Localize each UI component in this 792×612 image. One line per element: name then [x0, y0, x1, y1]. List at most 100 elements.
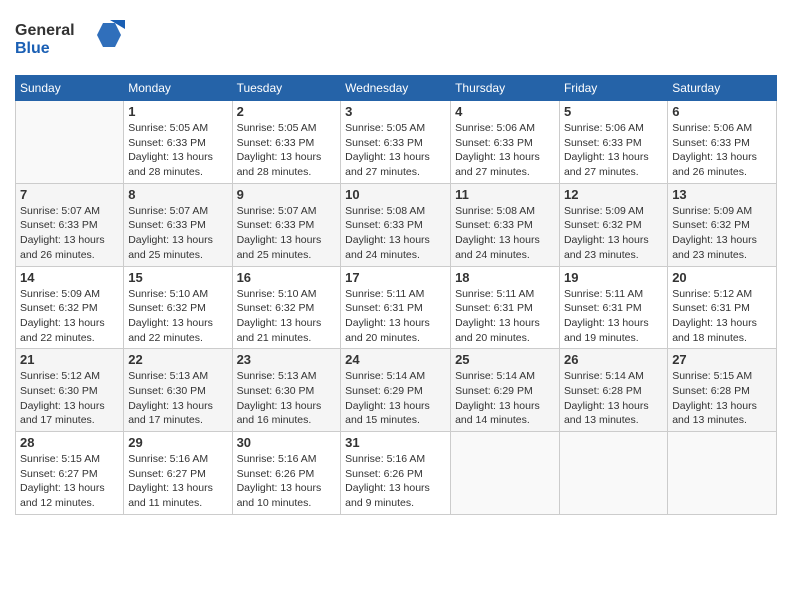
day-number: 31 — [345, 435, 446, 450]
day-info: Sunrise: 5:06 AM Sunset: 6:33 PM Dayligh… — [672, 121, 772, 180]
day-number: 3 — [345, 104, 446, 119]
day-number: 4 — [455, 104, 555, 119]
calendar-cell: 30 Sunrise: 5:16 AM Sunset: 6:26 PM Dayli… — [232, 432, 341, 515]
day-number: 18 — [455, 270, 555, 285]
day-number: 29 — [128, 435, 227, 450]
calendar-cell — [16, 101, 124, 184]
calendar-day-header: Wednesday — [341, 76, 451, 101]
day-number: 16 — [237, 270, 337, 285]
calendar-cell: 20 Sunrise: 5:12 AM Sunset: 6:31 PM Dayli… — [668, 266, 777, 349]
logo: General Blue — [15, 15, 135, 65]
day-info: Sunrise: 5:13 AM Sunset: 6:30 PM Dayligh… — [237, 369, 337, 428]
day-info: Sunrise: 5:08 AM Sunset: 6:33 PM Dayligh… — [455, 204, 555, 263]
day-info: Sunrise: 5:09 AM Sunset: 6:32 PM Dayligh… — [564, 204, 663, 263]
day-info: Sunrise: 5:08 AM Sunset: 6:33 PM Dayligh… — [345, 204, 446, 263]
calendar-cell: 12Sunrise: 5:09 AM Sunset: 6:32 PM Dayli… — [559, 183, 667, 266]
header: General Blue — [15, 15, 777, 65]
day-info: Sunrise: 5:14 AM Sunset: 6:29 PM Dayligh… — [345, 369, 446, 428]
calendar-week-row: 14 Sunrise: 5:09 AM Sunset: 6:32 PM Dayli… — [16, 266, 777, 349]
day-info: Sunrise: 5:12 AM Sunset: 6:31 PM Dayligh… — [672, 287, 772, 346]
day-number: 20 — [672, 270, 772, 285]
day-number: 24 — [345, 352, 446, 367]
day-info: Sunrise: 5:05 AM Sunset: 6:33 PM Dayligh… — [345, 121, 446, 180]
calendar-day-header: Thursday — [451, 76, 560, 101]
day-number: 7 — [20, 187, 119, 202]
calendar-cell: 21 Sunrise: 5:12 AM Sunset: 6:30 PM Dayli… — [16, 349, 124, 432]
day-number: 15 — [128, 270, 227, 285]
day-number: 8 — [128, 187, 227, 202]
calendar-cell: 26Sunrise: 5:14 AM Sunset: 6:28 PM Dayli… — [559, 349, 667, 432]
calendar-cell — [559, 432, 667, 515]
day-info: Sunrise: 5:07 AM Sunset: 6:33 PM Dayligh… — [128, 204, 227, 263]
calendar-day-header: Saturday — [668, 76, 777, 101]
day-info: Sunrise: 5:15 AM Sunset: 6:27 PM Dayligh… — [20, 452, 119, 511]
day-info: Sunrise: 5:14 AM Sunset: 6:28 PM Dayligh… — [564, 369, 663, 428]
day-number: 30 — [237, 435, 337, 450]
day-info: Sunrise: 5:06 AM Sunset: 6:33 PM Dayligh… — [455, 121, 555, 180]
calendar-cell: 14 Sunrise: 5:09 AM Sunset: 6:32 PM Dayli… — [16, 266, 124, 349]
day-number: 5 — [564, 104, 663, 119]
calendar-cell: 18Sunrise: 5:11 AM Sunset: 6:31 PM Dayli… — [451, 266, 560, 349]
day-info: Sunrise: 5:07 AM Sunset: 6:33 PM Dayligh… — [20, 204, 119, 263]
day-info: Sunrise: 5:11 AM Sunset: 6:31 PM Dayligh… — [564, 287, 663, 346]
calendar-cell: 25 Sunrise: 5:14 AM Sunset: 6:29 PM Dayli… — [451, 349, 560, 432]
day-info: Sunrise: 5:16 AM Sunset: 6:27 PM Dayligh… — [128, 452, 227, 511]
calendar-week-row: 28 Sunrise: 5:15 AM Sunset: 6:27 PM Dayli… — [16, 432, 777, 515]
day-info: Sunrise: 5:14 AM Sunset: 6:29 PM Dayligh… — [455, 369, 555, 428]
logo-text: General Blue — [15, 15, 135, 65]
calendar-week-row: 7 Sunrise: 5:07 AM Sunset: 6:33 PM Daylig… — [16, 183, 777, 266]
day-number: 10 — [345, 187, 446, 202]
day-number: 22 — [128, 352, 227, 367]
day-number: 28 — [20, 435, 119, 450]
calendar-day-header: Monday — [124, 76, 232, 101]
day-info: Sunrise: 5:09 AM Sunset: 6:32 PM Dayligh… — [20, 287, 119, 346]
calendar-cell — [668, 432, 777, 515]
calendar-cell: 31 Sunrise: 5:16 AM Sunset: 6:26 PM Dayli… — [341, 432, 451, 515]
day-number: 13 — [672, 187, 772, 202]
day-number: 6 — [672, 104, 772, 119]
day-info: Sunrise: 5:15 AM Sunset: 6:28 PM Dayligh… — [672, 369, 772, 428]
day-number: 27 — [672, 352, 772, 367]
calendar-cell: 11 Sunrise: 5:08 AM Sunset: 6:33 PM Dayli… — [451, 183, 560, 266]
calendar-cell: 24 Sunrise: 5:14 AM Sunset: 6:29 PM Dayli… — [341, 349, 451, 432]
calendar-day-header: Friday — [559, 76, 667, 101]
page-container: General Blue SundayMondayTuesdayWednesda… — [0, 0, 792, 525]
day-info: Sunrise: 5:06 AM Sunset: 6:33 PM Dayligh… — [564, 121, 663, 180]
calendar-cell: 4 Sunrise: 5:06 AM Sunset: 6:33 PM Daylig… — [451, 101, 560, 184]
day-info: Sunrise: 5:09 AM Sunset: 6:32 PM Dayligh… — [672, 204, 772, 263]
day-info: Sunrise: 5:13 AM Sunset: 6:30 PM Dayligh… — [128, 369, 227, 428]
day-number: 23 — [237, 352, 337, 367]
calendar-cell: 16 Sunrise: 5:10 AM Sunset: 6:32 PM Dayli… — [232, 266, 341, 349]
calendar-cell: 2Sunrise: 5:05 AM Sunset: 6:33 PM Daylig… — [232, 101, 341, 184]
calendar-cell — [451, 432, 560, 515]
day-info: Sunrise: 5:11 AM Sunset: 6:31 PM Dayligh… — [345, 287, 446, 346]
calendar-cell: 6 Sunrise: 5:06 AM Sunset: 6:33 PM Daylig… — [668, 101, 777, 184]
day-info: Sunrise: 5:10 AM Sunset: 6:32 PM Dayligh… — [237, 287, 337, 346]
day-number: 11 — [455, 187, 555, 202]
calendar-cell: 9Sunrise: 5:07 AM Sunset: 6:33 PM Daylig… — [232, 183, 341, 266]
calendar-cell: 13 Sunrise: 5:09 AM Sunset: 6:32 PM Dayli… — [668, 183, 777, 266]
day-info: Sunrise: 5:10 AM Sunset: 6:32 PM Dayligh… — [128, 287, 227, 346]
calendar-week-row: 1Sunrise: 5:05 AM Sunset: 6:33 PM Daylig… — [16, 101, 777, 184]
day-number: 14 — [20, 270, 119, 285]
day-number: 25 — [455, 352, 555, 367]
day-number: 19 — [564, 270, 663, 285]
calendar-cell: 23 Sunrise: 5:13 AM Sunset: 6:30 PM Dayli… — [232, 349, 341, 432]
day-info: Sunrise: 5:05 AM Sunset: 6:33 PM Dayligh… — [237, 121, 337, 180]
calendar-cell: 29 Sunrise: 5:16 AM Sunset: 6:27 PM Dayli… — [124, 432, 232, 515]
day-info: Sunrise: 5:16 AM Sunset: 6:26 PM Dayligh… — [345, 452, 446, 511]
calendar-cell: 28 Sunrise: 5:15 AM Sunset: 6:27 PM Dayli… — [16, 432, 124, 515]
svg-text:Blue: Blue — [15, 40, 50, 57]
calendar-cell: 5 Sunrise: 5:06 AM Sunset: 6:33 PM Daylig… — [559, 101, 667, 184]
calendar-week-row: 21 Sunrise: 5:12 AM Sunset: 6:30 PM Dayli… — [16, 349, 777, 432]
calendar-cell: 22 Sunrise: 5:13 AM Sunset: 6:30 PM Dayli… — [124, 349, 232, 432]
day-info: Sunrise: 5:16 AM Sunset: 6:26 PM Dayligh… — [237, 452, 337, 511]
day-number: 21 — [20, 352, 119, 367]
calendar-cell: 19 Sunrise: 5:11 AM Sunset: 6:31 PM Dayli… — [559, 266, 667, 349]
day-info: Sunrise: 5:12 AM Sunset: 6:30 PM Dayligh… — [20, 369, 119, 428]
day-number: 17 — [345, 270, 446, 285]
calendar-day-header: Sunday — [16, 76, 124, 101]
day-info: Sunrise: 5:05 AM Sunset: 6:33 PM Dayligh… — [128, 121, 227, 180]
calendar-cell: 27 Sunrise: 5:15 AM Sunset: 6:28 PM Dayli… — [668, 349, 777, 432]
calendar-cell: 15 Sunrise: 5:10 AM Sunset: 6:32 PM Dayli… — [124, 266, 232, 349]
